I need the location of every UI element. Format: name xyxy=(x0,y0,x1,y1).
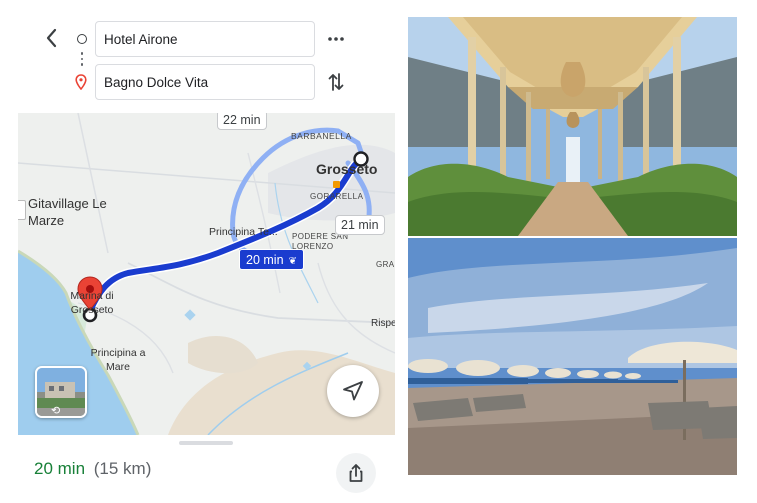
back-button[interactable] xyxy=(40,24,64,52)
destination-pin-icon xyxy=(75,74,87,90)
map-label-grosseto: Grosseto xyxy=(316,161,378,177)
route-dots-icon xyxy=(80,52,84,68)
navigation-arrow-icon xyxy=(343,381,363,401)
alt-route-time-bubble[interactable]: 21 min xyxy=(335,215,385,235)
maps-directions-app: BARBANELLA Grosseto GORARELLA Gitavillag… xyxy=(0,0,395,503)
beach-umbrellas-photo xyxy=(408,238,737,475)
map-label-principina-terra: Principina Te... xyxy=(209,226,278,238)
map-side-handle[interactable] xyxy=(18,200,26,220)
map-label-gorarella: GORARELLA xyxy=(310,192,364,201)
map-label-barbanella: BARBANELLA xyxy=(291,131,352,141)
map-label-rispescia: Rispe xyxy=(371,318,395,329)
share-button[interactable] xyxy=(336,453,376,493)
route-summary: 20 min (15 km) xyxy=(34,459,151,479)
beach-umbrellas-image xyxy=(408,238,737,475)
eco-leaf-icon: ❦ xyxy=(288,256,297,267)
more-options-button[interactable] xyxy=(324,28,348,50)
origin-circle-icon xyxy=(77,34,87,44)
summary-distance: (15 km) xyxy=(93,459,152,478)
map-label-principina-a-mare: Principina a Mare xyxy=(90,347,146,373)
street-view-thumbnail[interactable]: ⟲ xyxy=(35,366,87,418)
route-summary-sheet[interactable]: 20 min (15 km) xyxy=(18,435,395,503)
more-dots-icon xyxy=(328,37,344,41)
rotate-360-icon: ⟲ xyxy=(51,405,61,417)
alt-route-time-bubble[interactable]: 22 min xyxy=(217,113,267,130)
map-view[interactable]: BARBANELLA Grosseto GORARELLA Gitavillag… xyxy=(18,113,395,435)
swap-arrows-icon xyxy=(328,73,344,91)
selected-route-time: 20 min xyxy=(246,253,284,267)
walkway-pergola-image xyxy=(408,17,737,236)
swap-button[interactable] xyxy=(326,70,346,94)
back-arrow-icon xyxy=(46,28,57,48)
map-label-marina-di-grosseto: Marina di Grosseto xyxy=(70,290,114,316)
origin-input[interactable] xyxy=(95,21,315,57)
sheet-drag-handle[interactable] xyxy=(179,441,233,445)
beach-walkway-photo xyxy=(408,17,737,236)
street-view-image xyxy=(37,368,85,416)
selected-route-time-bubble[interactable]: 20 min ❦ xyxy=(239,249,304,270)
start-navigation-button[interactable] xyxy=(327,365,379,417)
map-label-gra: GRA xyxy=(376,260,395,269)
share-icon xyxy=(349,464,363,482)
destination-input[interactable] xyxy=(95,64,315,100)
map-label-gitavillage: Gitavillage Le Marze xyxy=(28,196,107,228)
summary-time: 20 min xyxy=(34,459,86,478)
